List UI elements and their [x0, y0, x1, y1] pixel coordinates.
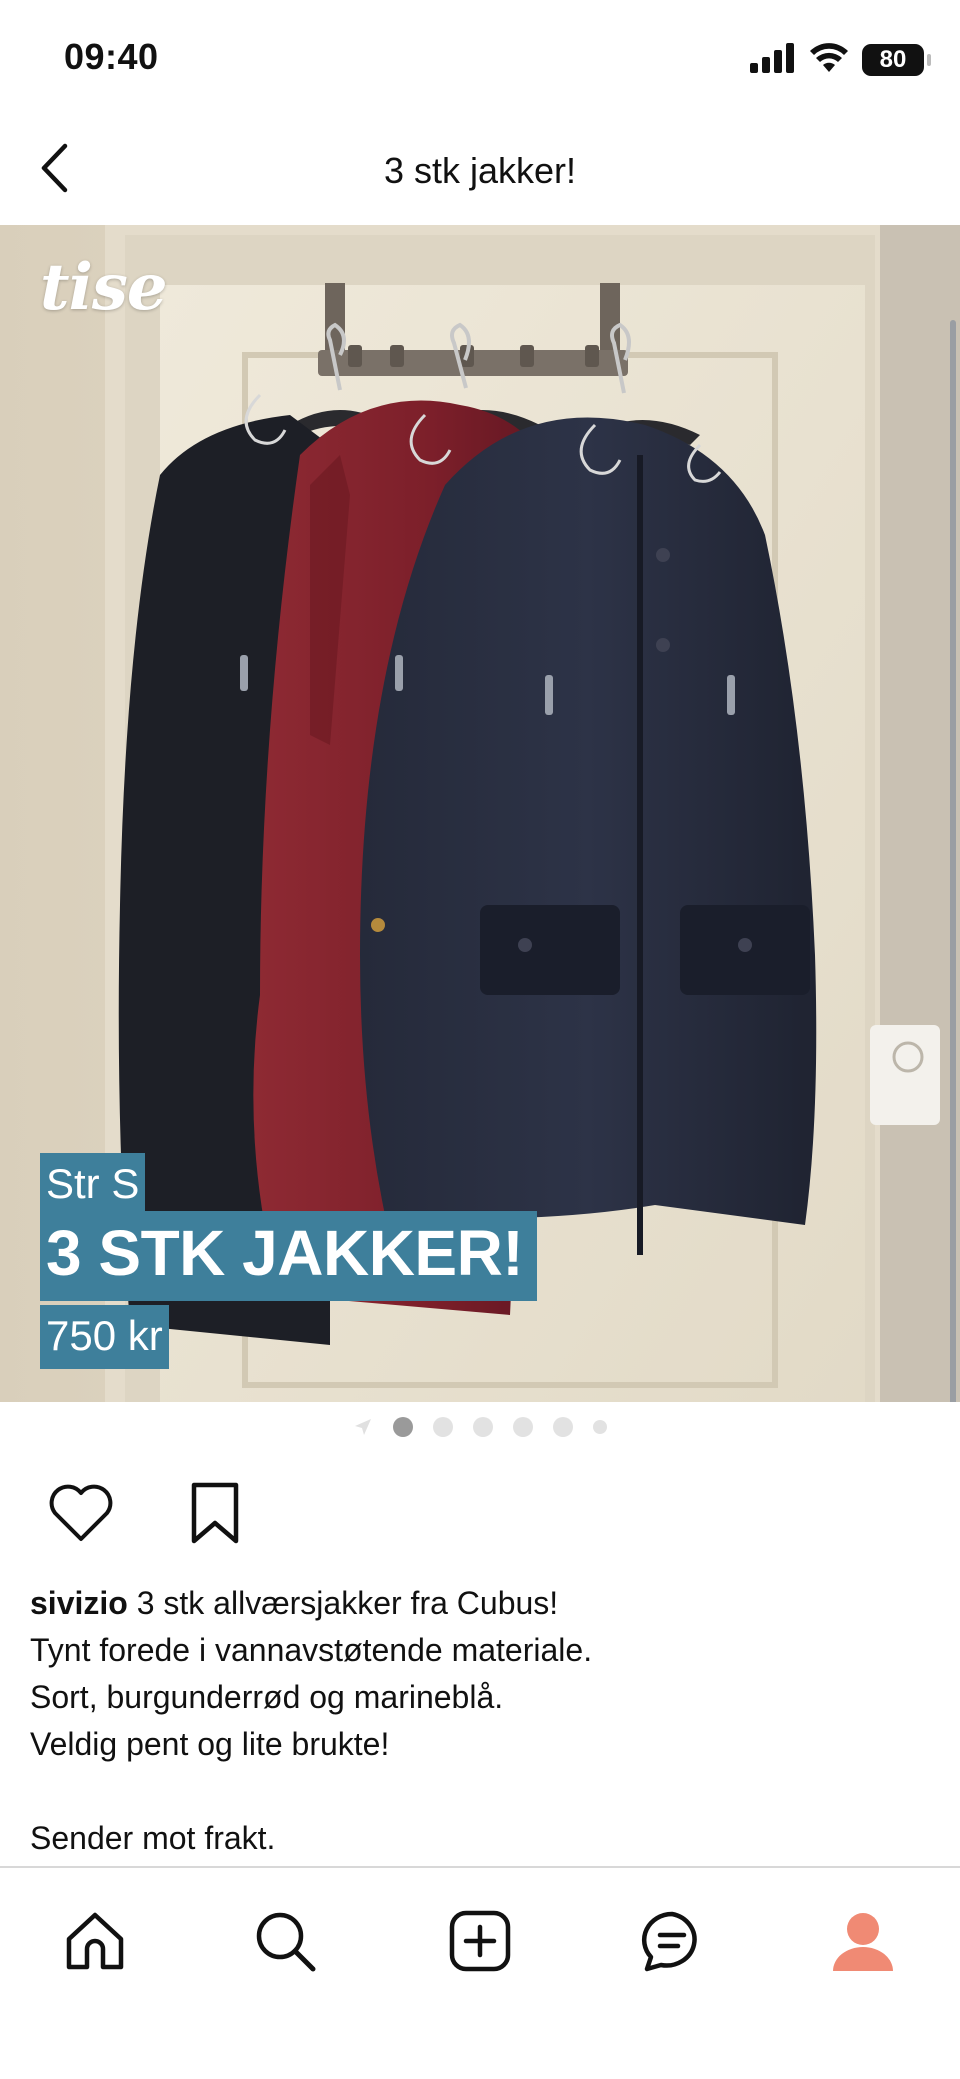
tab-messages[interactable]	[627, 1898, 717, 1988]
title-overlay: 3 STK JAKKER!	[40, 1211, 538, 1301]
pagination-dot[interactable]	[593, 1420, 607, 1434]
image-pagination	[0, 1412, 960, 1442]
description-line: sivizio 3 stk allværsjakker fra Cubus!	[30, 1580, 930, 1627]
pagination-dot[interactable]	[473, 1417, 493, 1437]
page-title: 3 stk jakker!	[383, 150, 577, 191]
tise-logo: tise	[40, 250, 168, 325]
messages-icon	[639, 1909, 705, 1978]
like-button[interactable]	[45, 1479, 117, 1551]
listing-description: sivizio 3 stk allværsjakker fra Cubus! T…	[30, 1580, 930, 1862]
price-overlay: 750 kr	[40, 1305, 169, 1369]
description-line	[30, 1768, 930, 1815]
wifi-icon	[810, 42, 848, 78]
profile-icon	[830, 1909, 896, 1978]
tab-bar	[0, 1866, 960, 2079]
status-icons: 80	[750, 40, 931, 80]
heart-icon	[47, 1483, 115, 1548]
description-line: Veldig pent og lite brukte!	[30, 1726, 390, 1762]
tab-search[interactable]	[240, 1898, 330, 1988]
add-icon	[448, 1909, 512, 1978]
listing-photo[interactable]: tise Str S 3 STK JAKKER! 750 kr	[0, 225, 960, 1402]
pagination-dot[interactable]	[433, 1417, 453, 1437]
signal-icon	[750, 42, 796, 78]
description-line: Sender mot frakt.	[30, 1820, 276, 1856]
save-button[interactable]	[179, 1479, 251, 1551]
home-icon	[63, 1909, 127, 1978]
status-bar: 09:40 80	[0, 0, 960, 120]
action-row	[45, 1480, 251, 1550]
nav-header: 3 stk jakker!	[0, 120, 960, 225]
search-icon	[253, 1909, 317, 1978]
tab-add[interactable]	[435, 1898, 525, 1988]
battery-icon: 80	[862, 44, 931, 76]
tab-home[interactable]	[50, 1898, 140, 1988]
pagination-dot[interactable]	[393, 1417, 413, 1437]
description-text: 3 stk allværsjakker fra Cubus!	[136, 1585, 559, 1621]
tab-profile[interactable]	[818, 1898, 908, 1988]
description-line: Tynt forede i vannavstøtende materiale.	[30, 1632, 593, 1668]
location-arrow-icon	[353, 1417, 373, 1437]
username-link[interactable]: sivizio	[30, 1585, 128, 1621]
scrollbar[interactable]	[950, 320, 956, 1402]
size-label: Str S	[40, 1153, 146, 1215]
pagination-dot[interactable]	[513, 1417, 533, 1437]
pagination-dot[interactable]	[553, 1417, 573, 1437]
status-time: 09:40	[64, 36, 159, 77]
bookmark-icon	[188, 1481, 242, 1550]
description-line: Sort, burgunderrød og marineblå.	[30, 1679, 504, 1715]
